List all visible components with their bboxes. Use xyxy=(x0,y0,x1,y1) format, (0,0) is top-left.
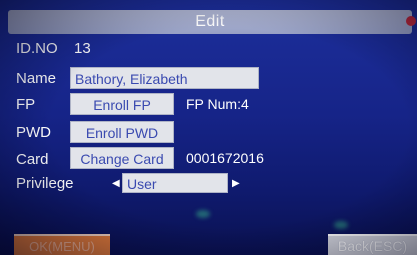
change-card-button[interactable]: Change Card xyxy=(70,147,174,169)
name-field[interactable]: Bathory, Elizabeth xyxy=(70,67,259,89)
pwd-label: PWD xyxy=(16,124,51,141)
privilege-select[interactable]: User xyxy=(122,173,228,193)
right-arrow-icon[interactable]: ▶ xyxy=(232,178,240,189)
enroll-pwd-button[interactable]: Enroll PWD xyxy=(70,121,174,143)
close-dot-icon xyxy=(406,16,416,26)
window-title: Edit xyxy=(195,13,225,30)
card-label: Card xyxy=(16,151,49,168)
ok-menu-button[interactable]: OK(MENU) xyxy=(14,234,110,255)
enroll-fp-button[interactable]: Enroll FP xyxy=(70,93,174,115)
name-label: Name xyxy=(16,70,57,87)
id-value: 13 xyxy=(74,40,91,57)
card-number: 0001672016 xyxy=(186,150,264,166)
screen-glint-icon xyxy=(334,221,348,229)
privilege-label: Privilege xyxy=(16,175,74,192)
id-label: ID.NO xyxy=(16,40,58,57)
device-screen: Edit ID.NO 13 Name Bathory, Elizabeth FP… xyxy=(0,0,417,255)
fp-count: FP Num:4 xyxy=(186,96,249,112)
fp-label: FP xyxy=(16,96,36,113)
left-arrow-icon[interactable]: ◀ xyxy=(112,178,120,189)
screen-glint-icon xyxy=(196,210,210,218)
back-esc-button[interactable]: Back(ESC) xyxy=(328,234,417,255)
title-bar: Edit xyxy=(8,10,416,34)
screen-vignette xyxy=(0,0,417,255)
